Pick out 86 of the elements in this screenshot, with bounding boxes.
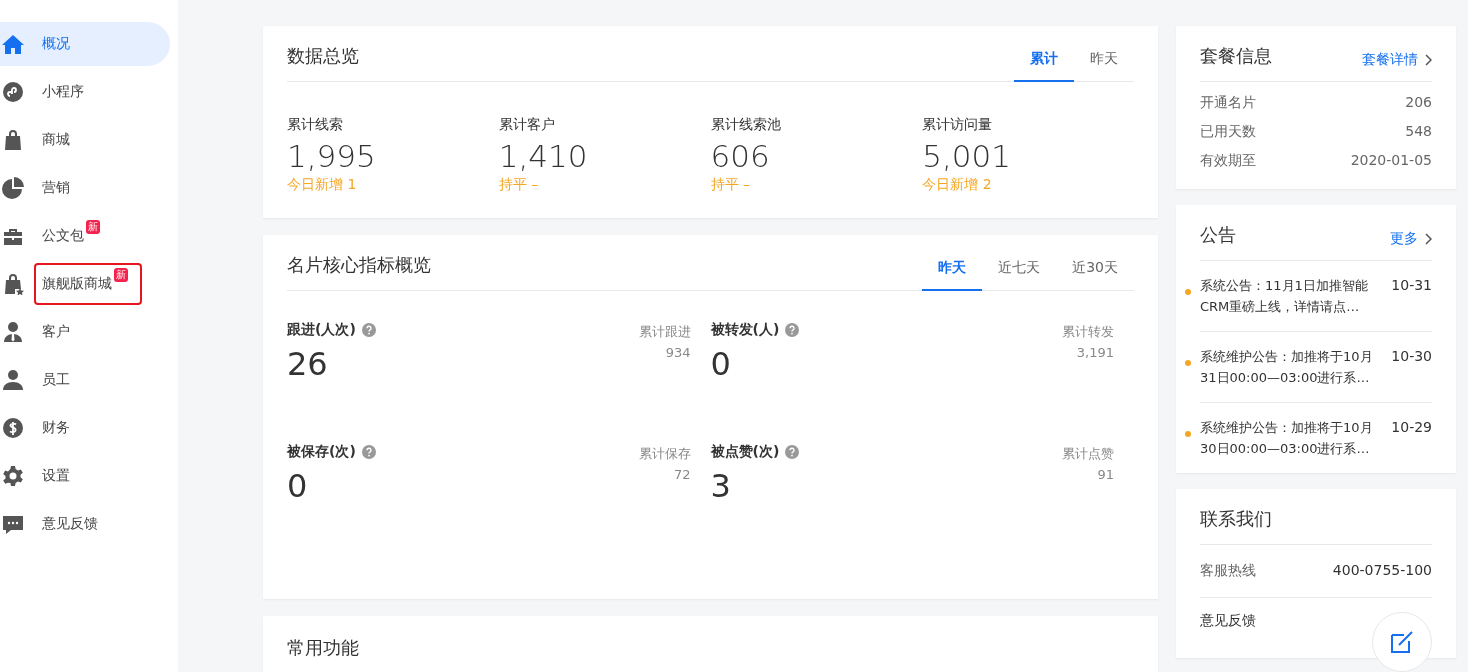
sidebar-item[interactable]: 设置 [0, 454, 170, 498]
tab[interactable]: 累计 [1014, 50, 1074, 82]
stat-label: 累计客户 [498, 116, 556, 134]
pie-chart-icon [1, 177, 25, 199]
bullet-dot [1185, 289, 1191, 295]
info-label: 有效期至 [1200, 151, 1256, 170]
notice-date: 10-31 [1391, 276, 1432, 295]
metric-label: 被点赞(次) [710, 443, 780, 461]
metric-value: 3 [710, 467, 732, 505]
metric-label: 跟进(人次) [287, 321, 356, 339]
stat-label: 累计访问量 [922, 116, 994, 134]
notice-text: 系统维护公告：加推将于10月31日00:00—03:00进行系… [1200, 348, 1374, 387]
notice-text: 系统维护公告：加推将于10月30日00:00—03:00进行系… [1200, 419, 1374, 458]
sidebar-item[interactable]: 公文包 新 [0, 214, 170, 258]
sidebar-item[interactable]: 概况 [0, 22, 170, 66]
metric-value: 0 [710, 345, 732, 383]
sidebar-item[interactable]: 意见反馈 [0, 502, 170, 546]
info-value: 548 [1405, 122, 1432, 141]
notice-item[interactable]: 系统维护公告：加推将于10月30日00:00—03:00进行系… 10-29 [1200, 403, 1432, 473]
help-icon[interactable] [785, 445, 800, 459]
stat-change: 今日新增 1 [287, 176, 358, 194]
new-badge: 新 [114, 268, 128, 282]
new-badge: 新 [86, 220, 100, 234]
card-title: 联系我们 [1200, 507, 1272, 531]
notice-text: 系统公告：11月1日加推智能CRM重磅上线，详情请点… [1200, 277, 1369, 316]
stat-value: 1,410 [498, 138, 589, 174]
sidebar-item[interactable]: 财务 [0, 406, 170, 450]
more-link[interactable]: 套餐详情 [1362, 51, 1432, 81]
metric-value: 0 [287, 467, 309, 505]
stat-change: 持平 – [498, 176, 540, 194]
metric-label: 被转发(人) [710, 321, 780, 339]
stat-change: 持平 – [710, 176, 751, 194]
hotline-number: 400-0755-100 [1332, 562, 1432, 580]
total-label: 累计转发 [1062, 323, 1114, 341]
total-label: 累计点赞 [1062, 445, 1114, 463]
stat-value: 5,001 [922, 138, 1012, 174]
stat-value: 1,995 [287, 138, 377, 174]
help-icon[interactable] [361, 445, 376, 459]
sidebar-item[interactable]: 员工 [0, 358, 170, 402]
notice-date: 10-30 [1391, 347, 1432, 366]
total-value: 91 [1096, 466, 1114, 484]
hotline-label: 客服热线 [1200, 562, 1256, 580]
info-value: 2020-01-05 [1350, 151, 1432, 170]
stat-label: 累计线索池 [710, 116, 782, 134]
person-icon [1, 369, 25, 391]
more-link[interactable]: 更多 [1390, 230, 1432, 260]
stat-value: 606 [710, 138, 771, 174]
notice-item[interactable]: 系统公告：11月1日加推智能CRM重磅上线，详情请点… 10-31 [1200, 261, 1432, 332]
chevron-right-icon [1424, 233, 1432, 245]
stat-change: 今日新增 2 [922, 176, 993, 194]
sidebar-label: 旗舰版商城 [42, 275, 112, 293]
card-title: 套餐信息 [1200, 44, 1272, 68]
info-label: 开通名片 [1200, 93, 1256, 112]
tab[interactable]: 近30天 [1056, 259, 1134, 291]
notice-item[interactable]: 系统维护公告：加推将于10月31日00:00—03:00进行系… 10-30 [1200, 332, 1432, 403]
total-value: 72 [672, 466, 691, 484]
bullet-dot [1185, 431, 1191, 437]
total-label: 累计跟进 [638, 323, 691, 341]
sidebar-item[interactable]: 客户 [0, 310, 170, 354]
tab[interactable]: 近七天 [982, 259, 1057, 291]
sidebar-item[interactable]: 小程序 [0, 70, 170, 114]
card-title: 常用功能 [287, 636, 360, 660]
total-value: 934 [664, 344, 691, 362]
sidebar-item[interactable]: 营销 [0, 166, 170, 210]
sidebar-item[interactable]: 商城 [0, 118, 170, 162]
card-title: 公告 [1200, 223, 1236, 247]
home-icon [1, 33, 25, 55]
metric-label: 被保存(次) [287, 443, 356, 461]
card-title: 数据总览 [287, 44, 359, 68]
total-label: 累计保存 [638, 445, 691, 463]
edit-icon [1389, 629, 1415, 655]
info-value: 206 [1405, 93, 1432, 112]
help-icon[interactable] [785, 323, 800, 337]
bullet-dot [1185, 360, 1191, 366]
notice-date: 10-29 [1391, 418, 1432, 437]
help-icon[interactable] [361, 323, 376, 337]
info-label: 已用天数 [1200, 122, 1256, 141]
chevron-right-icon [1424, 54, 1432, 66]
card-title: 名片核心指标概览 [287, 253, 431, 277]
total-value: 3,191 [1075, 344, 1114, 362]
tab[interactable]: 昨天 [922, 259, 983, 291]
stat-label: 累计线索 [287, 116, 344, 134]
feedback-label: 意见反馈 [1200, 612, 1256, 630]
tab[interactable]: 昨天 [1074, 50, 1134, 82]
sidebar-item[interactable]: 旗舰版商城 新 [0, 262, 170, 306]
metric-value: 26 [287, 345, 329, 383]
